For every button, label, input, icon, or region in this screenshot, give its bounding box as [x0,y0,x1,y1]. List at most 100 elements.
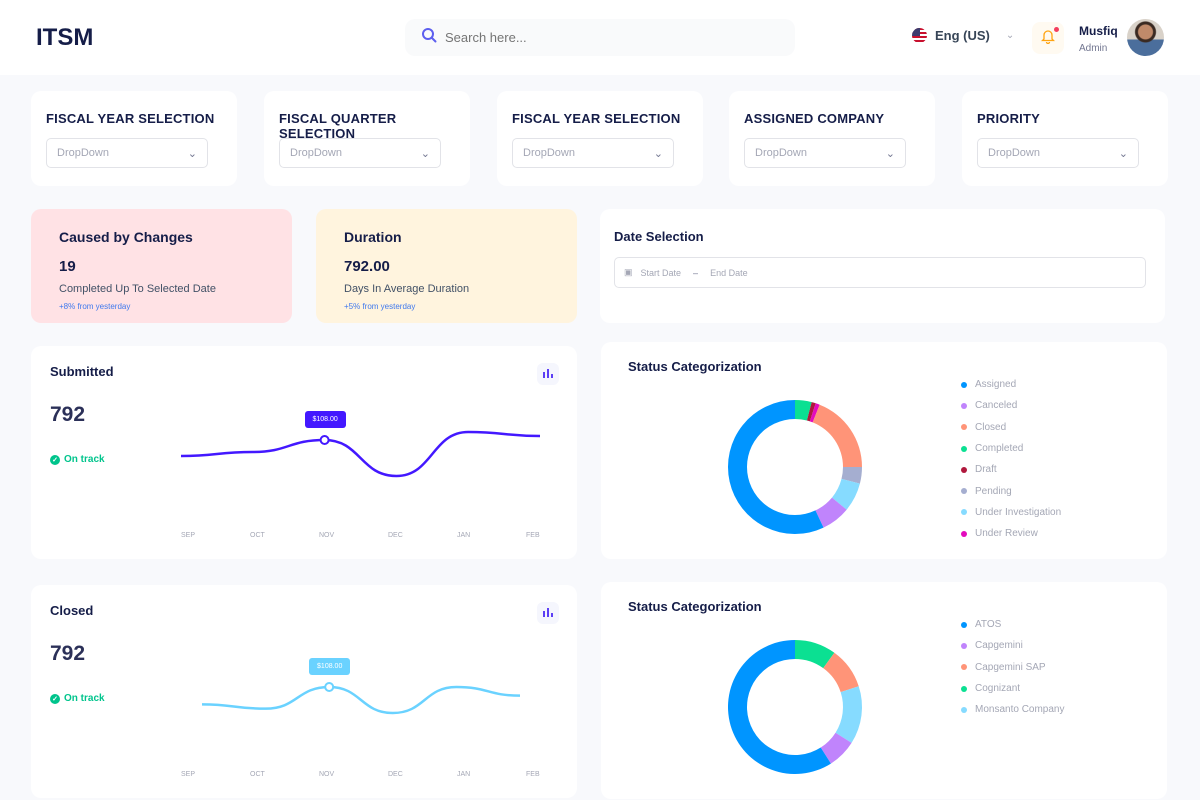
legend-label: Assigned [975,379,1017,391]
filter-card: ASSIGNED COMPANY DropDown ⌄ [729,91,935,186]
chevron-down-icon: ⌄ [653,147,663,160]
date-range-picker[interactable]: ▣ Start Date – End Date [614,257,1146,288]
calendar-icon: ▣ [624,267,633,277]
chevron-down-icon: ⌄ [420,147,430,160]
start-date-input[interactable]: Start Date [641,268,682,278]
closed-chart-card: Closed 792 ✓ On track SEP OCT NOV DEC JAN FEB $108… [31,585,577,798]
chart-legend: Assigned Canceled Closed Completed Draft Pend… [961,374,1061,544]
line-chart [180,430,541,478]
legend-dot [961,685,967,692]
legend-label: Pending [975,485,1012,497]
chevron-down-icon: ⌄ [187,147,197,160]
search-bar[interactable] [405,19,795,56]
dropdown-value: DropDown [988,147,1040,159]
data-point[interactable] [324,682,335,692]
legend-label: Completed [975,443,1024,455]
search-input[interactable] [445,30,765,45]
user-info[interactable]: Musfiq Admin [1079,24,1118,54]
filter-dropdown[interactable]: DropDown ⌄ [977,138,1139,168]
legend-item[interactable]: Draft [961,459,1061,480]
legend-label: Under Review [975,528,1038,540]
donut-chart [728,400,862,534]
legend-dot [961,381,967,388]
legend-dot [961,466,967,473]
series-line [180,430,541,478]
legend-dot [961,621,967,628]
chevron-down-icon: ⌄ [1005,30,1015,41]
kpi-delta: +8% from yesterday [59,302,131,311]
chart-legend: ATOS Capgemini Capgemini SAP Cognizant Monsa… [961,614,1065,720]
legend-item[interactable]: Cognizant [961,678,1065,699]
date-selection-card: Date Selection ▣ Start Date – End Date [600,209,1165,323]
kpi-value: 19 [59,258,76,275]
chevron-down-icon: ⌄ [1118,147,1128,160]
company-categorization-card: Status Categorization ATOS Capgemini Capgem… [601,582,1167,799]
legend-label: Monsanto Company [975,704,1065,716]
data-point[interactable] [319,435,330,445]
legend-item[interactable]: Canceled [961,395,1061,416]
legend-dot [961,530,967,537]
legend-dot [961,445,967,452]
donut-slice-closed[interactable] [812,404,862,467]
filter-card: FISCAL YEAR SELECTION DropDown ⌄ [31,91,237,186]
filter-label: FISCAL QUARTER SELECTION [279,111,397,141]
filter-label: FISCAL YEAR SELECTION [512,111,681,126]
kpi-subtitle: Days In Average Duration [344,283,470,295]
dropdown-value: DropDown [290,147,342,159]
avatar[interactable] [1127,19,1164,56]
kpi-delta: +5% from yesterday [344,302,416,311]
legend-dot [961,664,967,671]
us-flag-icon [912,28,927,43]
filter-label: FISCAL YEAR SELECTION [46,111,215,126]
legend-item[interactable]: Assigned [961,374,1061,395]
legend-label: Capgemini [975,640,1023,652]
filter-card: PRIORITY DropDown ⌄ [962,91,1168,186]
language-selector[interactable]: Eng (US) ⌄ [912,28,1014,43]
filter-dropdown[interactable]: DropDown ⌄ [744,138,906,168]
legend-item[interactable]: Capgemini SAP [961,657,1065,678]
legend-item[interactable]: ATOS [961,614,1065,635]
notification-dot [1054,27,1059,32]
kpi-title: Caused by Changes [59,229,193,245]
filter-dropdown[interactable]: DropDown ⌄ [512,138,674,168]
legend-item[interactable]: Under Investigation [961,502,1061,523]
series-line [201,685,521,715]
notifications-button[interactable] [1032,22,1064,54]
dropdown-value: DropDown [57,147,109,159]
legend-dot [961,402,967,409]
bell-icon [1040,28,1056,49]
dropdown-value: DropDown [755,147,807,159]
legend-item[interactable]: Capgemini [961,635,1065,656]
legend-label: ATOS [975,619,1002,631]
legend-item[interactable]: Pending [961,480,1061,501]
kpi-subtitle: Completed Up To Selected Date [59,283,216,295]
tooltip: $108.00 [309,658,351,675]
kpi-title: Duration [344,229,402,245]
end-date-input[interactable]: End Date [710,268,748,278]
legend-label: Under Investigation [975,506,1062,518]
app-logo: ITSM [36,24,94,51]
legend-item[interactable]: Closed [961,417,1061,438]
donut-chart [728,640,862,774]
legend-item[interactable]: Completed [961,438,1061,459]
legend-label: Draft [975,464,997,476]
legend-dot [961,706,967,713]
donut-slice-monsanto-company[interactable] [835,686,862,743]
tooltip: $108.00 [304,411,346,428]
filter-card: FISCAL YEAR SELECTION DropDown ⌄ [497,91,703,186]
legend-item[interactable]: Monsanto Company [961,699,1065,720]
legend-label: Canceled [975,400,1018,412]
status-categorization-card: Status Categorization Assigned Canceled Clo… [601,342,1167,559]
legend-label: Cognizant [975,683,1021,695]
kpi-card-caused-by-changes: Caused by Changes 19 Completed Up To Sel… [31,209,292,323]
date-separator: – [693,267,699,278]
filter-dropdown[interactable]: DropDown ⌄ [279,138,441,168]
language-label: Eng (US) [935,28,990,43]
legend-label: Capgemini SAP [975,661,1046,673]
legend-label: Closed [975,421,1007,433]
legend-dot [961,424,967,431]
chevron-down-icon: ⌄ [885,147,895,160]
filter-dropdown[interactable]: DropDown ⌄ [46,138,208,168]
legend-item[interactable]: Under Review [961,523,1061,544]
filter-label: PRIORITY [977,111,1040,126]
